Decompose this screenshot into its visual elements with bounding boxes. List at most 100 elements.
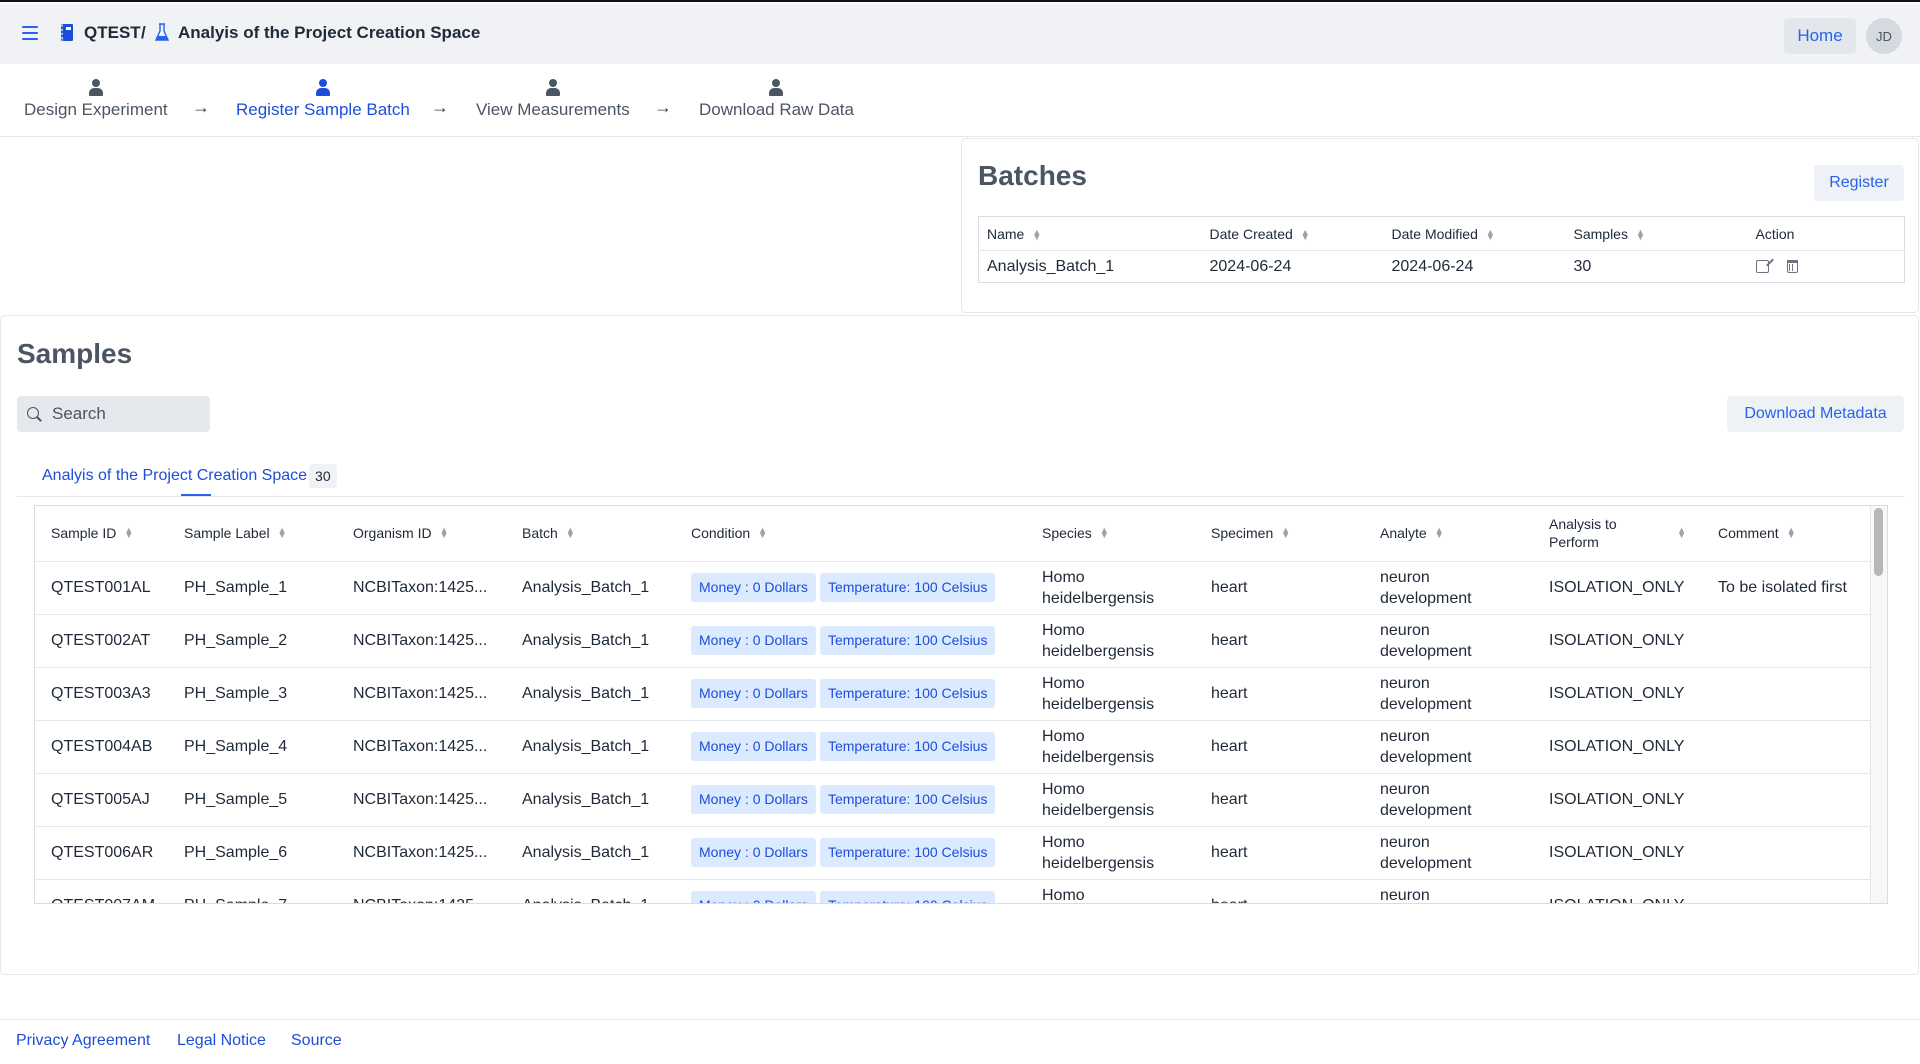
sample-row[interactable]: QTEST003A3 PH_Sample_3 NCBITaxon:1425... An… [35,667,1871,721]
column-header-species[interactable]: Species ▲ ▼ [1026,506,1195,562]
cell-sample-id: QTEST002AT [35,614,168,668]
header-label: Sample ID [51,525,117,542]
register-batch-button[interactable]: Register [1814,165,1904,201]
header-content: Analyte ▲ ▼ [1380,524,1517,542]
sort-icon[interactable]: ▲ ▼ [1636,227,1645,241]
breadcrumb-project[interactable]: QTEST [84,23,141,43]
cell-batch: Analysis_Batch_1 [506,879,675,903]
tab-experiment[interactable]: Analyis of the Project Creation Space 30 [42,464,337,488]
home-button[interactable]: Home [1784,18,1856,54]
column-header-date-created[interactable]: Date Created ▲ ▼ [1201,216,1384,251]
batch-sample-count: 30 [1573,257,1592,275]
cell-sample-label: PH_Sample_4 [168,720,337,774]
column-header-batch[interactable]: Batch ▲ ▼ [506,506,675,562]
cell-specimen: heart [1195,879,1364,903]
sort-icon[interactable]: ▲ ▼ [1281,526,1290,540]
sort-icon[interactable]: ▲ ▼ [758,526,767,540]
sort-icon[interactable]: ▲ ▼ [1787,526,1796,540]
column-header-comment[interactable]: Comment ▲ ▼ [1702,506,1871,562]
cell-organism-id: NCBITaxon:1425... [337,720,506,774]
step-view-measurements[interactable]: View Measurements [476,64,630,120]
breadcrumb-separator: / [141,23,146,42]
sort-icon[interactable]: ▲ ▼ [566,526,575,540]
legal-notice-link[interactable]: Legal Notice [177,1032,266,1050]
sort-icon[interactable]: ▲ ▼ [1486,227,1495,241]
cell-sample-id: QTEST003A3 [35,667,168,721]
sample-row[interactable]: QTEST007AMPH_Sample_7NCBITaxon:1425...An… [35,879,1871,903]
step-design-experiment[interactable]: Design Experiment [24,64,168,120]
cell-condition: Money : 0 DollarsTemperature: 100 Celsiu… [675,773,1026,827]
cell-organism-id: NCBITaxon:1425... [337,667,506,721]
header-label: Batch [522,525,558,542]
column-header-analysis-to-perform[interactable]: Analysis to Perform ▲ ▼ [1533,506,1702,562]
search-input[interactable] [52,404,192,424]
cell-species: Homo heidelbergensis [1026,667,1195,721]
sample-row[interactable]: QTEST002AT PH_Sample_2 NCBITaxon:1425... An… [35,614,1871,668]
column-header-samples[interactable]: Samples ▲ ▼ [1565,216,1748,251]
header-content: Specimen ▲ ▼ [1211,524,1348,542]
download-metadata-button[interactable]: Download Metadata [1727,396,1904,432]
step-register-sample-batch[interactable]: Register Sample Batch [236,64,410,120]
flask-icon [155,23,169,41]
cell-species: Homo heidelbergensis [1026,826,1195,880]
header-content: Sample ID ▲ ▼ [51,524,152,542]
column-header-analyte[interactable]: Analyte ▲ ▼ [1364,506,1533,562]
arrow-right-icon: → [431,97,449,117]
cell-organism-id: NCBITaxon:1425... [337,826,506,880]
cell-specimen: heart [1195,720,1364,774]
sample-row[interactable]: QTEST004AB PH_Sample_4 NCBITaxon:1425... An… [35,720,1871,774]
scrollbar-thumb[interactable] [1874,508,1883,576]
sort-icon[interactable]: ▲ ▼ [124,526,133,540]
cell-sample-label: PH_Sample_7 [168,879,337,903]
sort-icon[interactable]: ▲ ▼ [1677,526,1686,540]
condition-chip: Money : 0 Dollars [691,679,816,708]
sample-row[interactable]: QTEST006AR PH_Sample_6 NCBITaxon:1425... An… [35,826,1871,880]
privacy-agreement-link[interactable]: Privacy Agreement [16,1032,150,1050]
cell-condition: Money : 0 DollarsTemperature: 100 Celsiu… [675,720,1026,774]
sort-icon[interactable]: ▲ ▼ [440,526,449,540]
sort-icon[interactable]: ▲ ▼ [1100,526,1109,540]
sort-icon[interactable]: ▲ ▼ [1301,227,1310,241]
column-header-sample-label[interactable]: Sample Label ▲ ▼ [168,506,337,562]
step-download-raw-data[interactable]: Download Raw Data [699,64,854,120]
header-label: Analysis to Perform [1549,516,1617,551]
person-icon [315,79,330,96]
sort-icon[interactable]: ▲ ▼ [278,526,287,540]
step-label: Design Experiment [24,100,168,119]
cell-analysis-to-perform: ISOLATION_ONLY [1533,667,1702,721]
trash-icon[interactable] [1786,259,1798,273]
edit-icon[interactable] [1755,259,1769,273]
cell-analyte: neuron development [1364,614,1533,668]
column-header-sample-id[interactable]: Sample ID ▲ ▼ [35,506,168,562]
person-icon [545,79,560,96]
hamburger-menu-icon[interactable] [22,26,38,40]
samples-table: Sample ID ▲ ▼ Sample Label ▲ ▼ Organism ID ▲ ▼ Ba… [35,506,1871,903]
sample-row[interactable]: QTEST005AJ PH_Sample_5 NCBITaxon:1425... An… [35,773,1871,827]
source-link[interactable]: Source [291,1032,342,1050]
cell-sample-id: QTEST004AB [35,720,168,774]
header-label: Sample Label [184,525,270,542]
user-avatar[interactable]: JD [1866,18,1902,54]
tab-count-badge: 30 [309,464,337,488]
cell-sample-id: QTEST005AJ [35,773,168,827]
cell-condition: Money : 0 DollarsTemperature: 100 Celsiu… [675,561,1026,615]
sort-icon[interactable]: ▲ ▼ [1032,227,1041,241]
cell-analyte: neuron development [1364,667,1533,721]
search-icon [27,406,42,422]
column-header-name[interactable]: Name ▲ ▼ [978,216,1202,251]
search-field[interactable] [17,396,210,432]
column-header-date-modified[interactable]: Date Modified ▲ ▼ [1383,216,1566,251]
cell-batch: Analysis_Batch_1 [506,561,675,615]
cell-batch: Analysis_Batch_1 [506,667,675,721]
cell-analysis-to-perform: ISOLATION_ONLY [1533,879,1702,903]
condition-chip: Temperature: 100 Celsius [819,679,996,708]
batches-panel: Batches Register Name ▲ ▼ Date Created ▲ ▼ D… [961,138,1919,313]
cell-specimen: heart [1195,561,1364,615]
column-header-specimen[interactable]: Specimen ▲ ▼ [1195,506,1364,562]
sample-row[interactable]: QTEST001AL PH_Sample_1 NCBITaxon:1425... An… [35,561,1871,615]
sort-icon[interactable]: ▲ ▼ [1435,526,1444,540]
column-header-condition[interactable]: Condition ▲ ▼ [675,506,1026,562]
column-header-organism-id[interactable]: Organism ID ▲ ▼ [337,506,506,562]
cell-comment [1702,826,1871,880]
vertical-scrollbar[interactable] [1870,506,1887,903]
